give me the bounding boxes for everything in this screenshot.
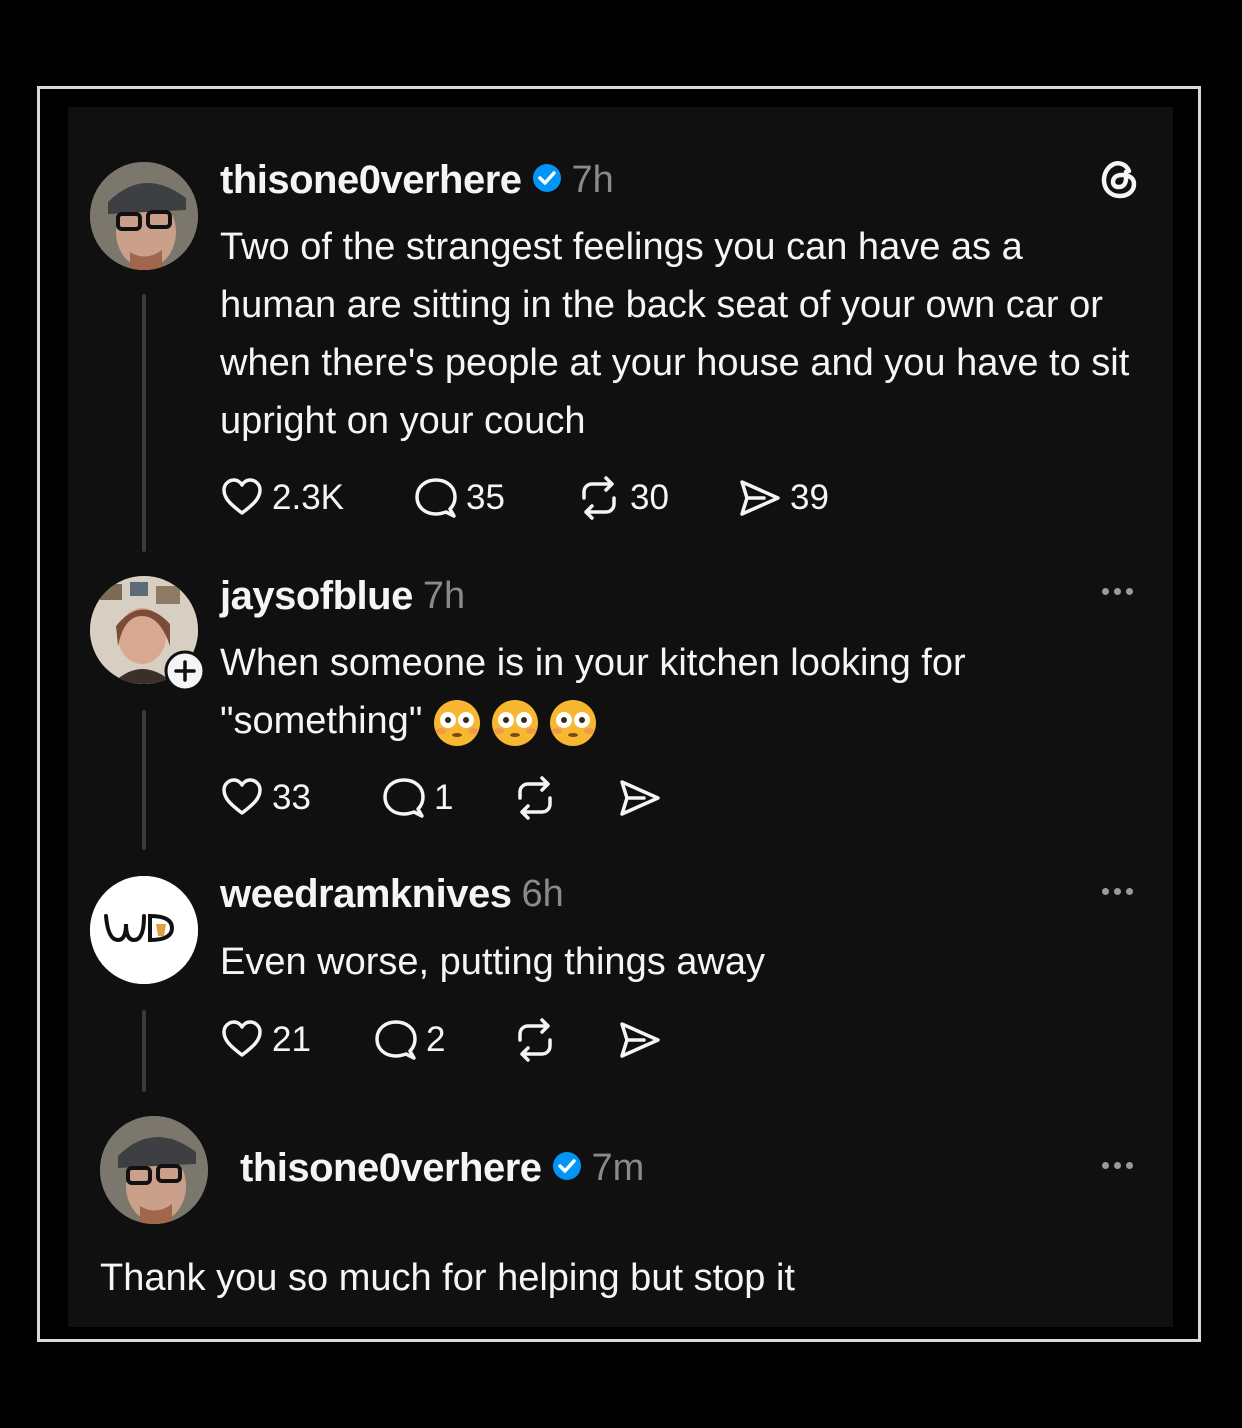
threads-logo-icon[interactable] [1098,156,1142,207]
like-count: 21 [272,1020,311,1059]
flushed-face-emoji [432,698,598,748]
repost-icon [518,776,552,820]
post-header: jaysofblue 7h [220,572,465,620]
repost-button[interactable] [512,1018,566,1062]
comment-button[interactable]: 1 [382,776,453,820]
more-icon[interactable] [1102,1162,1133,1169]
heart-icon [222,478,262,515]
share-button[interactable] [618,776,670,820]
like-button[interactable]: 2.3K [220,476,344,520]
post-text: Even worse, putting things away [220,941,765,983]
follow-plus-icon[interactable] [164,650,206,697]
reply-count: 2 [426,1020,446,1059]
comment-icon [375,1020,417,1060]
timestamp: 7h [422,574,466,617]
avatar[interactable] [90,876,198,984]
comment-button[interactable]: 35 [414,476,505,520]
timestamp: 7h [571,158,614,201]
reply-count: 1 [434,778,454,817]
post-header: thisone0verhere 7h [220,156,614,204]
username[interactable]: weedramknives [220,872,512,917]
more-icon[interactable] [1102,588,1133,595]
repost-icon [518,1018,552,1062]
avatar[interactable] [90,162,198,270]
like-button[interactable]: 21 [220,1018,311,1062]
post-text: Thank you so much for helping but stop i… [100,1257,795,1299]
post-text: When someone is in your kitchen looking … [220,634,1140,750]
share-button[interactable] [618,1018,670,1062]
heart-icon [222,778,262,815]
like-count: 2.3K [272,478,344,517]
repost-count: 30 [630,478,669,517]
timestamp: 6h [521,872,564,915]
username[interactable]: thisone0verhere [220,158,522,203]
post-header: thisone0verhere 7m [240,1144,644,1192]
repost-button[interactable]: 30 [576,476,669,520]
share-icon [620,1022,660,1058]
username[interactable]: thisone0verhere [240,1146,542,1191]
heart-icon [222,1020,262,1057]
comment-icon [415,478,457,518]
like-count: 33 [272,778,311,817]
repost-button[interactable] [512,776,566,820]
thread-line [142,710,146,850]
comment-button[interactable]: 2 [374,1018,445,1062]
share-button[interactable]: 39 [738,476,829,520]
verified-badge-icon [552,1151,582,1186]
share-count: 39 [790,478,829,517]
thread-line [142,1010,146,1092]
verified-badge-icon [532,163,562,198]
avatar[interactable] [100,1116,208,1224]
username[interactable]: jaysofblue [220,574,413,619]
repost-icon [582,476,616,520]
comment-icon [383,778,425,818]
more-icon[interactable] [1102,888,1133,895]
post-text: Two of the strangest feelings you can ha… [220,226,1130,442]
reply-count: 35 [466,478,505,517]
share-icon [620,780,660,816]
like-button[interactable]: 33 [220,776,311,820]
timestamp: 7m [591,1146,645,1189]
thread-line [142,294,146,552]
share-icon [740,480,780,516]
post-header: weedramknives 6h [220,870,564,918]
